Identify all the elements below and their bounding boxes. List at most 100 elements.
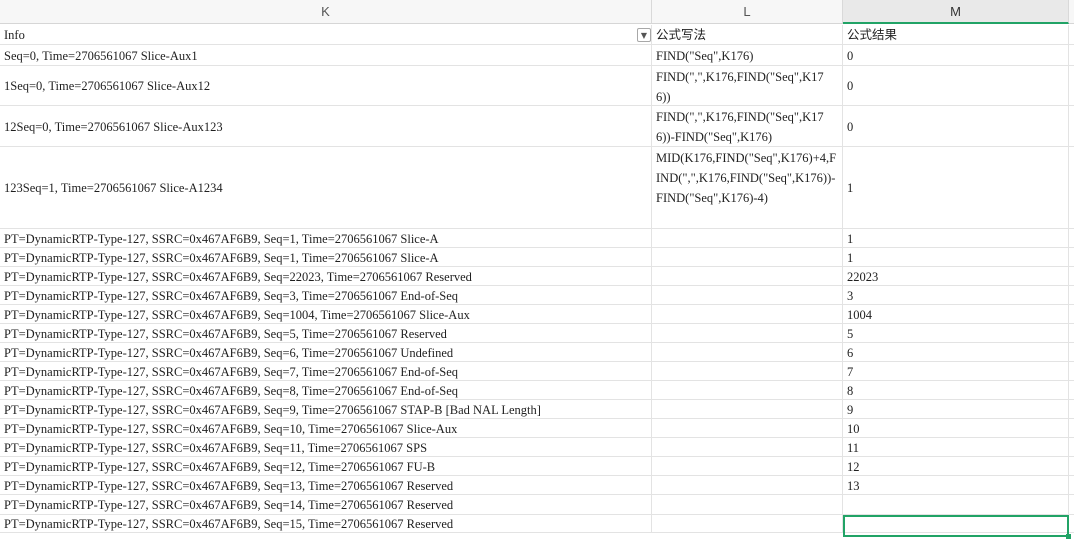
cell-formula[interactable] xyxy=(652,324,843,343)
cell-result-text: 5 xyxy=(847,326,854,341)
cell-formula[interactable] xyxy=(652,267,843,286)
column-header-m[interactable]: M xyxy=(843,0,1069,24)
column-header-l[interactable]: L xyxy=(652,0,843,24)
cell-info[interactable]: PT=DynamicRTP-Type-127, SSRC=0x467AF6B9,… xyxy=(0,515,652,533)
cell-info[interactable]: PT=DynamicRTP-Type-127, SSRC=0x467AF6B9,… xyxy=(0,324,652,343)
cell-formula[interactable] xyxy=(652,438,843,457)
cell-info[interactable]: PT=DynamicRTP-Type-127, SSRC=0x467AF6B9,… xyxy=(0,495,652,515)
cell-result[interactable]: 1 xyxy=(843,147,1069,229)
cell-result[interactable]: 11 xyxy=(843,438,1069,457)
cell-result[interactable]: 5 xyxy=(843,324,1069,343)
cell-formula[interactable] xyxy=(652,476,843,495)
cell-result[interactable]: 0 xyxy=(843,45,1069,66)
cell-formula[interactable] xyxy=(652,343,843,362)
cell-info[interactable]: Seq=0, Time=2706561067 Slice-Aux1 xyxy=(0,45,652,66)
cell-result[interactable]: 12 xyxy=(843,457,1069,476)
cell-result[interactable]: 7 xyxy=(843,362,1069,381)
cell-result[interactable]: 10 xyxy=(843,419,1069,438)
chevron-down-icon[interactable]: ▼ xyxy=(637,28,651,42)
cell-formula[interactable] xyxy=(652,362,843,381)
cell-info[interactable]: PT=DynamicRTP-Type-127, SSRC=0x467AF6B9,… xyxy=(0,362,652,381)
cell-info[interactable]: PT=DynamicRTP-Type-127, SSRC=0x467AF6B9,… xyxy=(0,305,652,324)
cell-info[interactable]: PT=DynamicRTP-Type-127, SSRC=0x467AF6B9,… xyxy=(0,343,652,362)
cell-result[interactable]: 9 xyxy=(843,400,1069,419)
cell-info[interactable]: 1Seq=0, Time=2706561067 Slice-Aux12 xyxy=(0,66,652,106)
cell-info[interactable]: PT=DynamicRTP-Type-127, SSRC=0x467AF6B9,… xyxy=(0,229,652,248)
cell-result-header[interactable]: 公式结果 xyxy=(843,25,1069,45)
cell-result-text: 6 xyxy=(847,345,854,360)
cell-formula[interactable] xyxy=(652,495,843,515)
cell-result[interactable]: 1004 xyxy=(843,305,1069,324)
cell-result[interactable]: 8 xyxy=(843,381,1069,400)
cell-formula-text: FIND(",",K176,FIND("Seq",K176)) xyxy=(656,70,824,104)
cell-info[interactable]: PT=DynamicRTP-Type-127, SSRC=0x467AF6B9,… xyxy=(0,476,652,495)
cell-info[interactable]: PT=DynamicRTP-Type-127, SSRC=0x467AF6B9,… xyxy=(0,286,652,305)
cell-result-text: 11 xyxy=(847,440,860,455)
cell-info-text: Seq=0, Time=2706561067 Slice-Aux1 xyxy=(4,48,198,63)
cell-info[interactable]: PT=DynamicRTP-Type-127, SSRC=0x467AF6B9,… xyxy=(0,267,652,286)
cell-info[interactable]: PT=DynamicRTP-Type-127, SSRC=0x467AF6B9,… xyxy=(0,457,652,476)
cell-result[interactable] xyxy=(843,495,1069,515)
cell-info[interactable]: PT=DynamicRTP-Type-127, SSRC=0x467AF6B9,… xyxy=(0,438,652,457)
cell-formula[interactable] xyxy=(652,515,843,533)
cell-result[interactable]: 1 xyxy=(843,229,1069,248)
cell-result-text: 3 xyxy=(847,288,854,303)
cell-info-text: PT=DynamicRTP-Type-127, SSRC=0x467AF6B9,… xyxy=(4,326,447,341)
cell-info-text: 12Seq=0, Time=2706561067 Slice-Aux123 xyxy=(4,119,223,134)
cell-formula[interactable]: FIND(",",K176,FIND("Seq",K176))-FIND("Se… xyxy=(652,106,843,147)
cell-info[interactable]: PT=DynamicRTP-Type-127, SSRC=0x467AF6B9,… xyxy=(0,248,652,267)
cell-result[interactable]: 0 xyxy=(843,106,1069,147)
cell-result-text: 12 xyxy=(847,459,860,474)
cell-formula-header[interactable]: 公式写法 xyxy=(652,25,843,45)
cell-formula[interactable] xyxy=(652,419,843,438)
cell-result[interactable]: 0 xyxy=(843,66,1069,106)
cell-formula[interactable]: FIND("Seq",K176) xyxy=(652,45,843,66)
column-header-spacer xyxy=(1069,0,1074,24)
cell-formula[interactable] xyxy=(652,457,843,476)
cell-info-text: PT=DynamicRTP-Type-127, SSRC=0x467AF6B9,… xyxy=(4,402,541,417)
cell-result-text: 1 xyxy=(847,231,854,246)
active-cell-m[interactable] xyxy=(843,515,1069,537)
cell-info-text: PT=DynamicRTP-Type-127, SSRC=0x467AF6B9,… xyxy=(4,269,472,284)
cell-info-text: PT=DynamicRTP-Type-127, SSRC=0x467AF6B9,… xyxy=(4,517,454,531)
cell-formula[interactable] xyxy=(652,248,843,267)
cell-result[interactable]: 6 xyxy=(843,343,1069,362)
cell-info-text: PT=DynamicRTP-Type-127, SSRC=0x467AF6B9,… xyxy=(4,440,428,455)
cell-result-text: 10 xyxy=(847,421,860,436)
cell-info-text: 1Seq=0, Time=2706561067 Slice-Aux12 xyxy=(4,79,211,93)
cell-formula[interactable] xyxy=(652,305,843,324)
cell-formula-text: FIND("Seq",K176) xyxy=(656,48,754,63)
cell-formula[interactable] xyxy=(652,286,843,305)
cell-info[interactable]: PT=DynamicRTP-Type-127, SSRC=0x467AF6B9,… xyxy=(0,419,652,438)
cell-info-text: PT=DynamicRTP-Type-127, SSRC=0x467AF6B9,… xyxy=(4,364,459,379)
cell-formula[interactable] xyxy=(652,400,843,419)
cell-info[interactable]: 12Seq=0, Time=2706561067 Slice-Aux123 xyxy=(0,106,652,147)
cell-result[interactable]: 1 xyxy=(843,248,1069,267)
cell-info[interactable]: PT=DynamicRTP-Type-127, SSRC=0x467AF6B9,… xyxy=(0,381,652,400)
cell-formula[interactable]: MID(K176,FIND("Seq",K176)+4,FIND(",",K17… xyxy=(652,147,843,229)
cell-info[interactable]: PT=DynamicRTP-Type-127, SSRC=0x467AF6B9,… xyxy=(0,400,652,419)
cell-info-text: PT=DynamicRTP-Type-127, SSRC=0x467AF6B9,… xyxy=(4,250,439,265)
fill-handle[interactable] xyxy=(1066,534,1071,539)
cell-info-text: PT=DynamicRTP-Type-127, SSRC=0x467AF6B9,… xyxy=(4,345,454,360)
column-header-k[interactable]: K xyxy=(0,0,652,24)
cell-result[interactable]: 3 xyxy=(843,286,1069,305)
cell-result[interactable]: 13 xyxy=(843,476,1069,495)
cell-info[interactable]: 123Seq=1, Time=2706561067 Slice-A1234 xyxy=(0,147,652,229)
cell-formula-text: FIND(",",K176,FIND("Seq",K176))-FIND("Se… xyxy=(656,110,824,144)
cell-formula[interactable] xyxy=(652,381,843,400)
cell-info-text: PT=DynamicRTP-Type-127, SSRC=0x467AF6B9,… xyxy=(4,383,459,398)
cell-result-text: 1 xyxy=(847,181,854,195)
cell-formula-text: MID(K176,FIND("Seq",K176)+4,FIND(",",K17… xyxy=(656,151,837,205)
cell-result-text: 1 xyxy=(847,250,854,265)
cell-result-text: 13 xyxy=(847,478,860,493)
cell-info-header[interactable]: Info xyxy=(0,25,652,45)
cell-info-text: PT=DynamicRTP-Type-127, SSRC=0x467AF6B9,… xyxy=(4,478,454,493)
cell-result[interactable]: 22023 xyxy=(843,267,1069,286)
cell-result-text: 7 xyxy=(847,364,854,379)
cell-info-text: PT=DynamicRTP-Type-127, SSRC=0x467AF6B9,… xyxy=(4,307,470,322)
cell-formula[interactable]: FIND(",",K176,FIND("Seq",K176)) xyxy=(652,66,843,106)
cell-result-text: 8 xyxy=(847,383,854,398)
cell-result-text: 9 xyxy=(847,402,854,417)
cell-formula[interactable] xyxy=(652,229,843,248)
